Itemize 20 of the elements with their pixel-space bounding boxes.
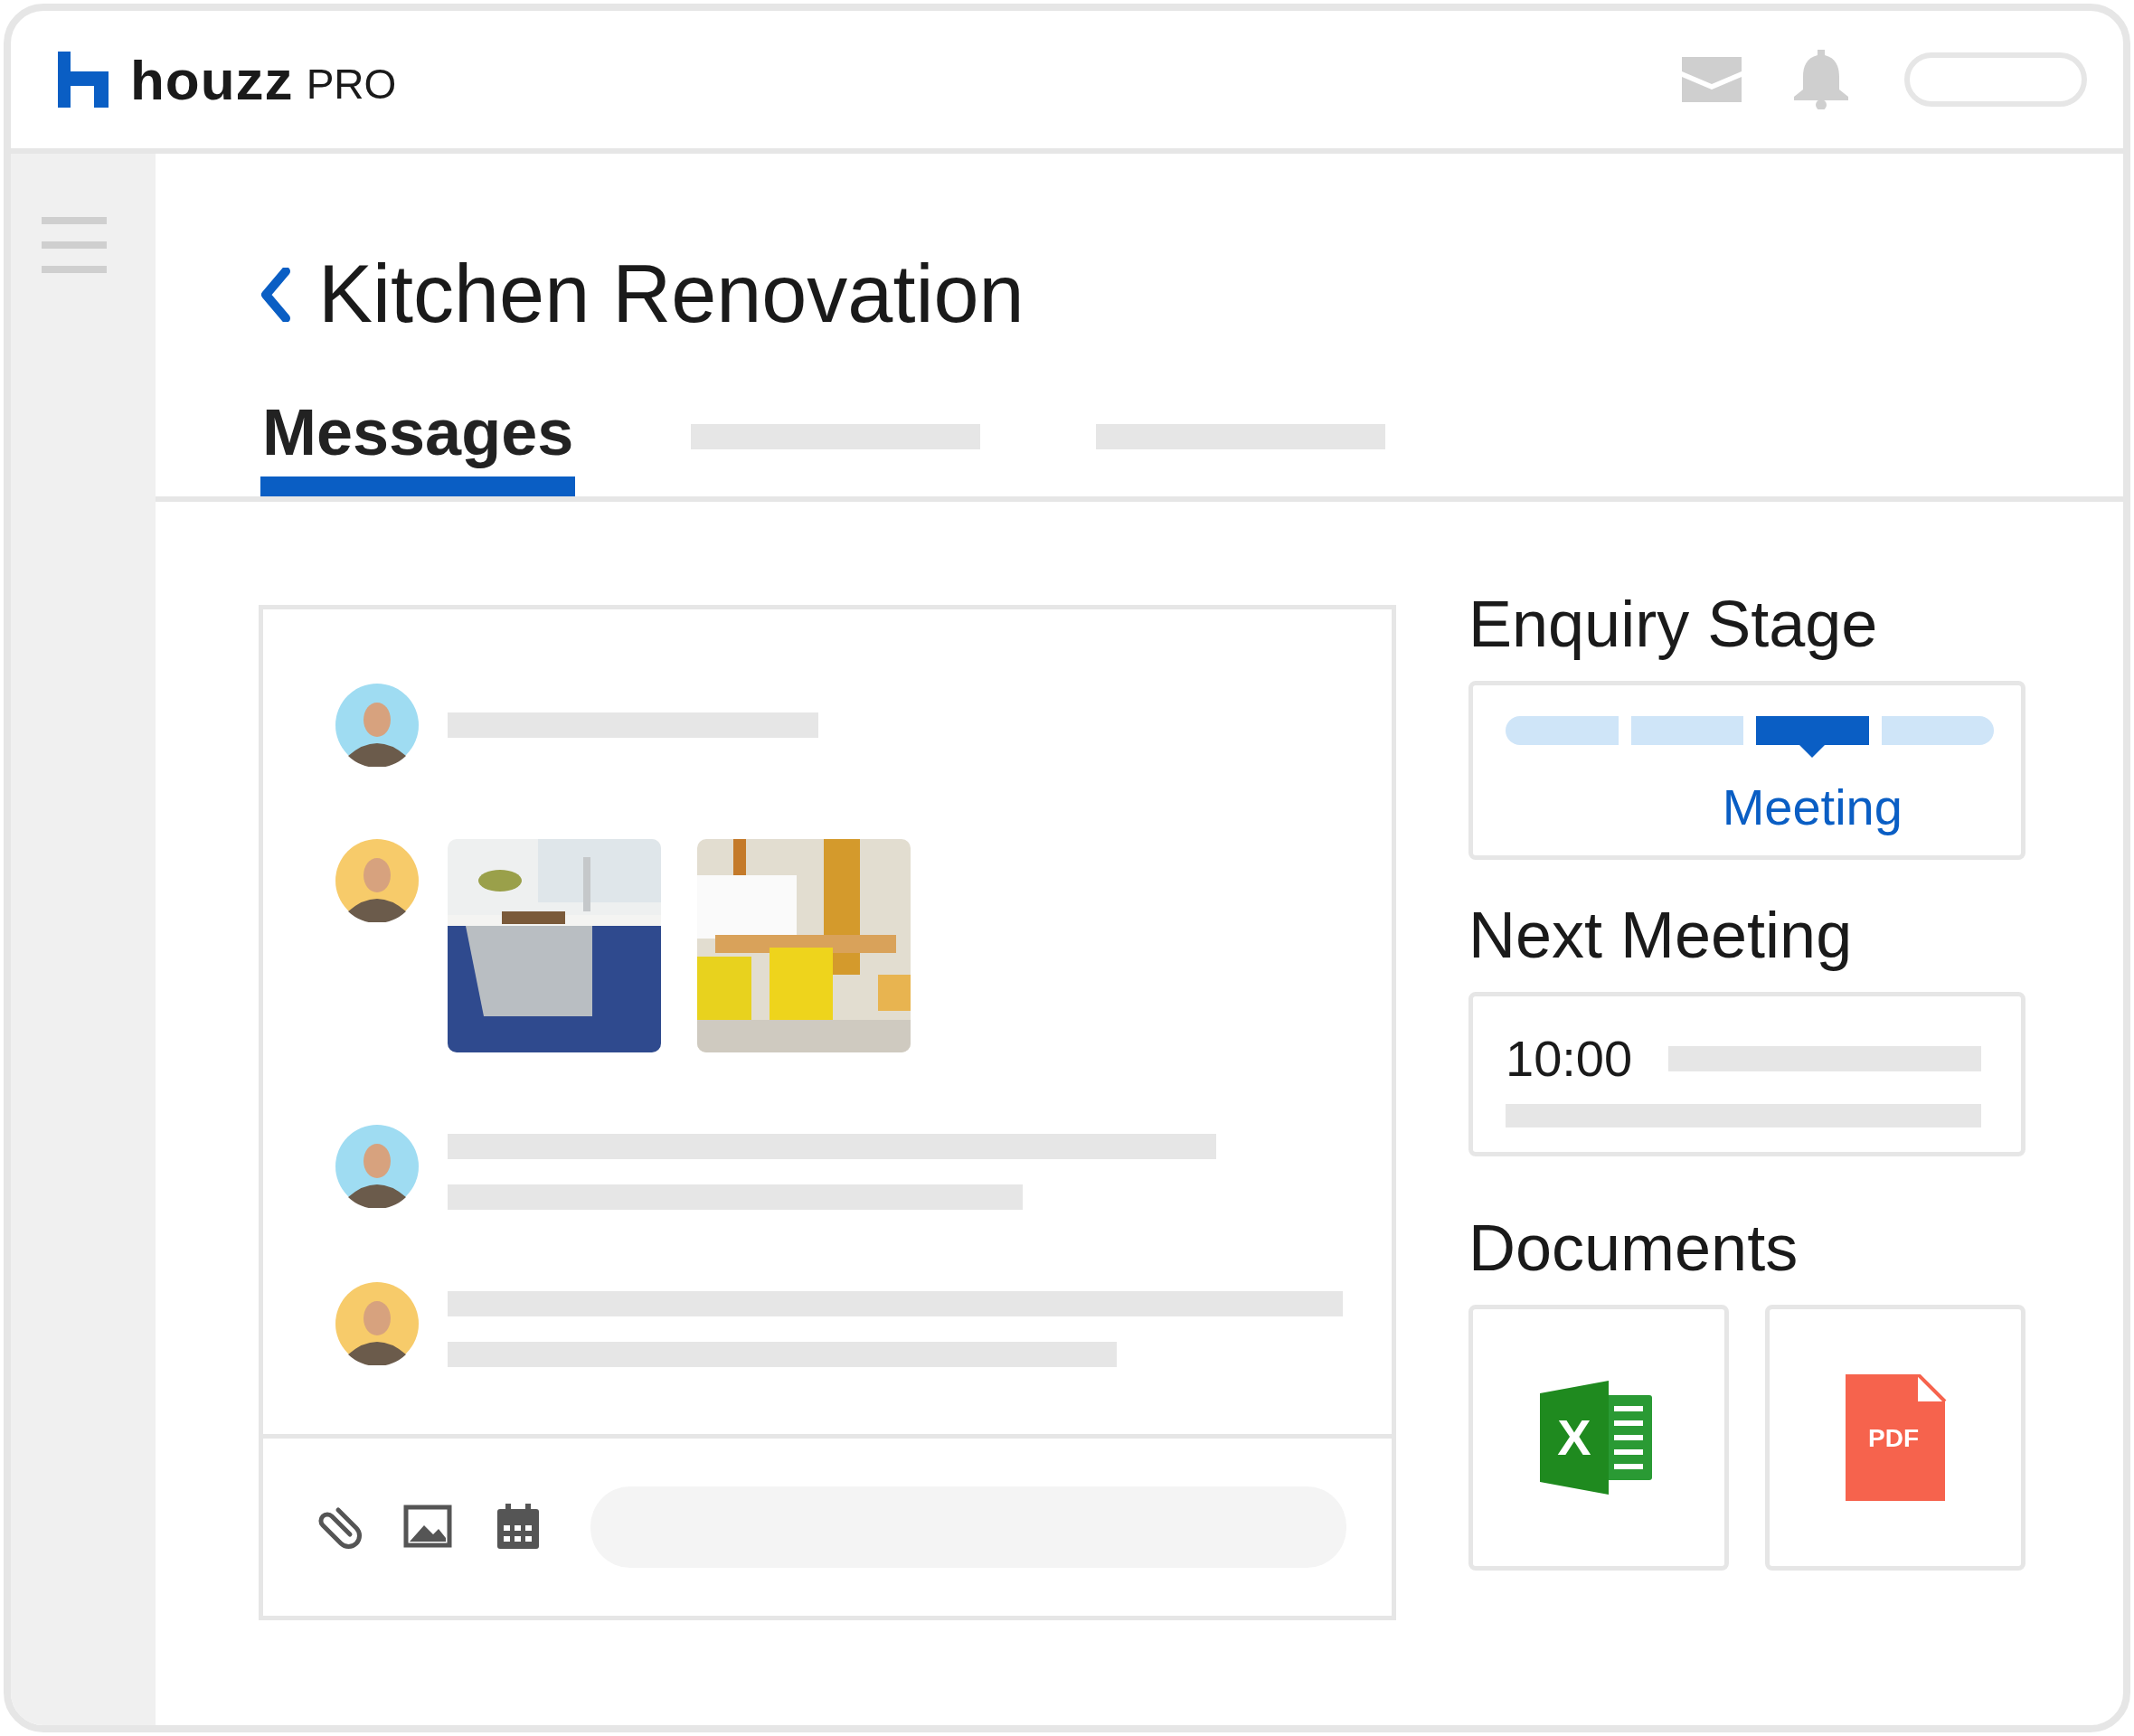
logo-suffix: PRO — [306, 60, 397, 108]
document-card[interactable]: PDF — [1765, 1305, 2025, 1571]
tab[interactable] — [1096, 424, 1386, 449]
document-card[interactable]: X — [1468, 1305, 1729, 1571]
back-icon[interactable] — [260, 267, 291, 322]
section-heading: Next Meeting — [1468, 898, 1854, 972]
stage-label: Meeting — [1722, 778, 1903, 836]
mail-icon[interactable] — [1682, 57, 1742, 102]
profile-pill[interactable] — [1904, 52, 2087, 107]
menu-icon[interactable] — [42, 217, 107, 273]
logo-icon — [58, 52, 109, 108]
tab[interactable]: Messages — [260, 388, 576, 496]
meeting-time: 10:00 — [1506, 1029, 1633, 1088]
section-heading: Enquiry Stage — [1468, 587, 1879, 661]
page-title: Kitchen Renovation — [318, 248, 1025, 341]
section-heading: Documents — [1468, 1211, 1799, 1285]
logo-text: houzz — [130, 47, 294, 112]
tab[interactable] — [691, 424, 981, 449]
bell-icon[interactable] — [1792, 50, 1850, 109]
stage-segment[interactable] — [1756, 716, 1869, 758]
